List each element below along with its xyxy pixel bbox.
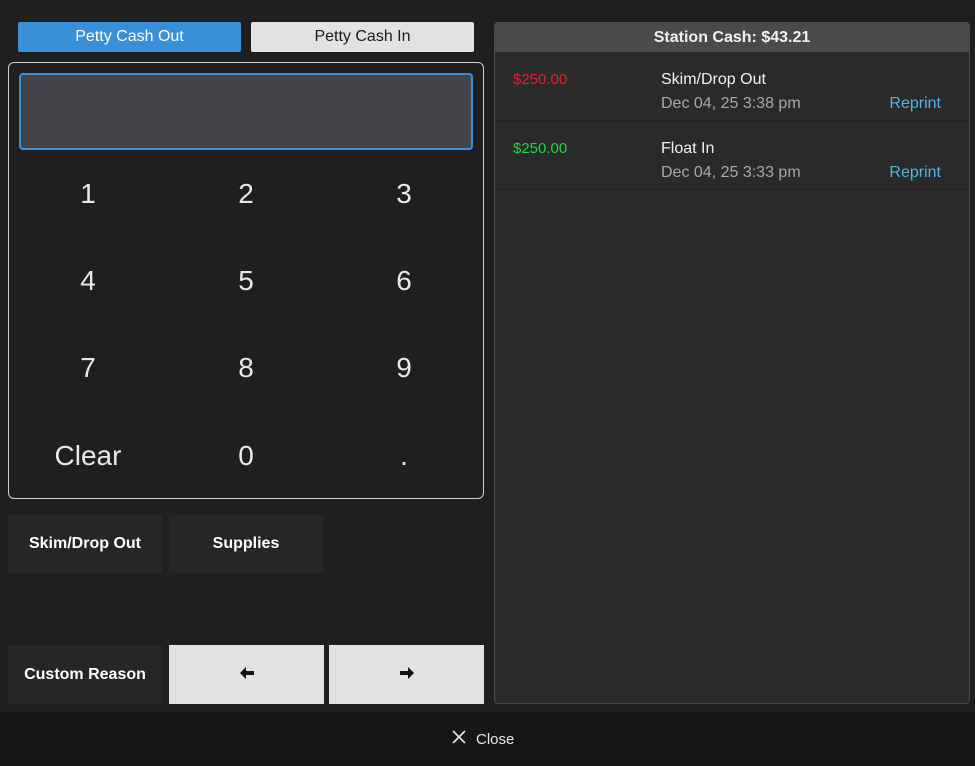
next-page-button[interactable]: [329, 645, 484, 704]
key-clear[interactable]: Clear: [13, 426, 163, 486]
footer: Close: [0, 712, 975, 766]
key-5[interactable]: 5: [171, 251, 321, 311]
prev-page-button[interactable]: [169, 645, 324, 704]
station-cash-header: Station Cash: $43.21: [495, 23, 969, 52]
key-0[interactable]: 0: [171, 426, 321, 486]
key-7[interactable]: 7: [13, 338, 163, 398]
transaction-row: $250.00 Skim/Drop Out Dec 04, 25 3:38 pm Re…: [495, 52, 969, 121]
reprint-link[interactable]: Reprint: [889, 95, 941, 113]
reprint-link[interactable]: Reprint: [889, 164, 941, 182]
arrow-left-icon: [239, 666, 254, 684]
key-4[interactable]: 4: [13, 251, 163, 311]
key-2[interactable]: 2: [171, 164, 321, 224]
transaction-reason: Float In: [661, 140, 715, 157]
transaction-panel: Station Cash: $43.21 $250.00 Skim/Drop Ou…: [494, 22, 970, 704]
transaction-date: Dec 04, 25 3:38 pm: [661, 95, 801, 112]
transaction-date: Dec 04, 25 3:33 pm: [661, 164, 801, 181]
transaction-amount: $250.00: [513, 71, 568, 88]
key-3[interactable]: 3: [329, 164, 479, 224]
key-1[interactable]: 1: [13, 164, 163, 224]
reason-supplies-button[interactable]: Supplies: [169, 515, 323, 573]
transaction-reason: Skim/Drop Out: [661, 71, 766, 88]
key-6[interactable]: 6: [329, 251, 479, 311]
close-button[interactable]: Close: [452, 726, 514, 752]
tab-petty-cash-out[interactable]: Petty Cash Out: [18, 22, 241, 52]
arrow-right-icon: [399, 666, 414, 684]
close-label: Close: [476, 730, 515, 748]
key-9[interactable]: 9: [329, 338, 479, 398]
reason-skim-drop-out-button[interactable]: Skim/Drop Out: [8, 515, 162, 573]
transaction-amount: $250.00: [513, 140, 568, 157]
close-icon: [452, 730, 466, 748]
key-dot[interactable]: .: [329, 426, 479, 486]
tab-petty-cash-in[interactable]: Petty Cash In: [251, 22, 474, 52]
amount-input[interactable]: [19, 73, 473, 150]
transaction-row: $250.00 Float In Dec 04, 25 3:33 pm Reprint: [495, 121, 969, 190]
custom-reason-button[interactable]: Custom Reason: [8, 645, 162, 704]
transaction-list: $250.00 Skim/Drop Out Dec 04, 25 3:38 pm Re…: [495, 52, 969, 190]
key-8[interactable]: 8: [171, 338, 321, 398]
